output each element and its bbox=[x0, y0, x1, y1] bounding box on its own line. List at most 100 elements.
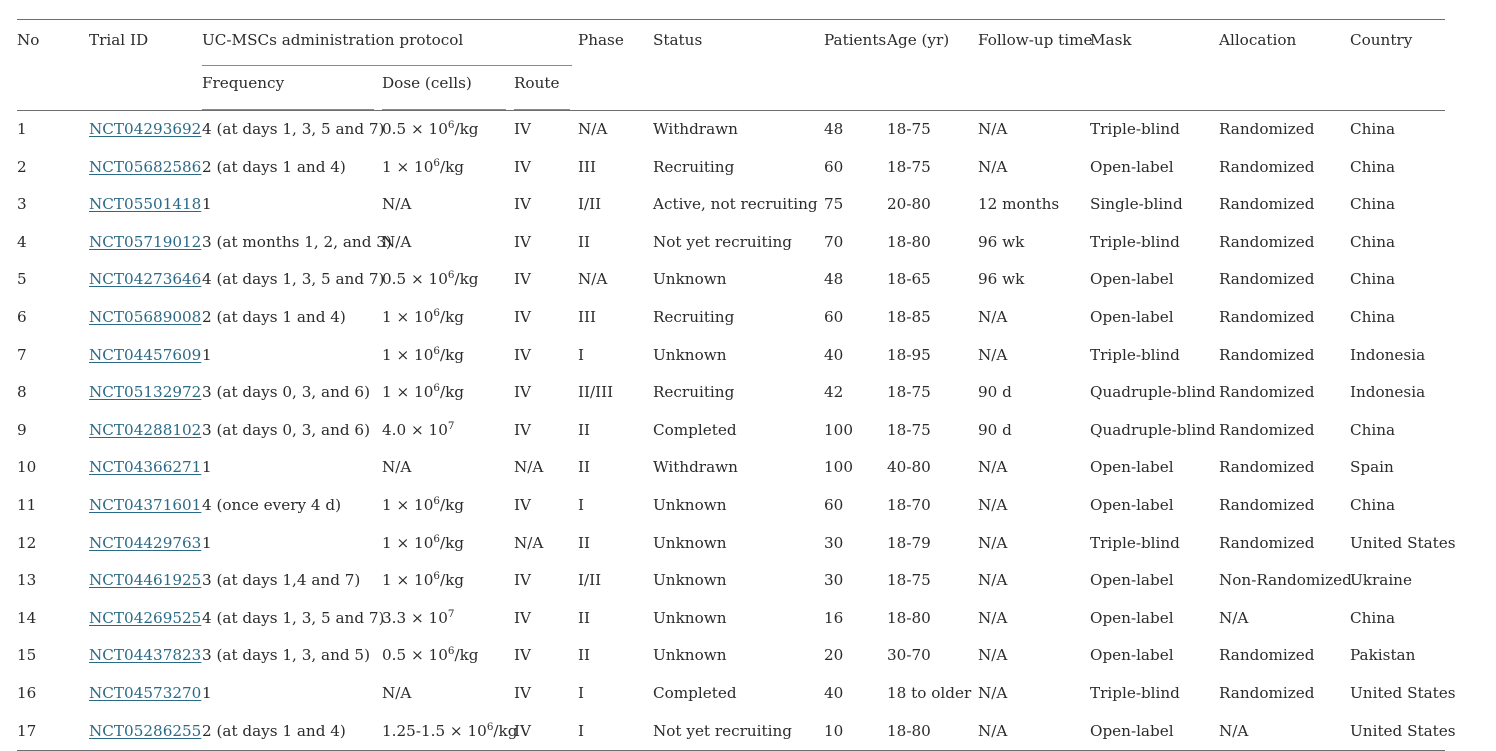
column-header-mask: Mask bbox=[1090, 20, 1219, 110]
cell-trial-id[interactable]: NCT04457609 bbox=[89, 337, 202, 375]
dose-mantissa: 0.5 × 10 bbox=[382, 120, 448, 138]
table-row: 12NCT0442976311 × 106/kgN/AIIUnknown3018… bbox=[17, 525, 1445, 563]
trial-id-link[interactable]: NCT04429763 bbox=[89, 534, 201, 552]
cell-phase: III bbox=[578, 149, 653, 187]
cell-dose: 1 × 106/kg bbox=[382, 299, 514, 337]
cell-phase: I/II bbox=[578, 186, 653, 224]
cell-route: IV bbox=[514, 149, 578, 187]
trial-id-link[interactable]: NCT04288102 bbox=[89, 421, 201, 439]
clinical-trials-table-container: No Trial ID UC-MSCs administration proto… bbox=[0, 0, 1496, 749]
table-row: 4NCT057190123 (at months 1, 2, and 3)N/A… bbox=[17, 224, 1445, 262]
column-header-status: Status bbox=[653, 20, 824, 110]
column-header-frequency: Frequency bbox=[202, 68, 382, 110]
trial-id-link[interactable]: NCT05501418 bbox=[89, 195, 201, 213]
dose-suffix: /kg bbox=[440, 308, 464, 326]
cell-trial-id[interactable]: NCT04429763 bbox=[89, 525, 202, 563]
cell-trial-id[interactable]: NCT04461925 bbox=[89, 562, 202, 600]
table-row: 11NCT043716014 (once every 4 d)1 × 106/k… bbox=[17, 487, 1445, 525]
cell-status: Unknown bbox=[653, 600, 824, 638]
cell-allocation: Randomized bbox=[1219, 149, 1350, 187]
cell-frequency: 4 (once every 4 d) bbox=[202, 487, 382, 525]
trial-id-link[interactable]: NCT04273646 bbox=[89, 270, 201, 288]
cell-patients: 48 bbox=[824, 261, 887, 299]
cell-mask: Open-label bbox=[1090, 299, 1219, 337]
cell-no: 1 bbox=[17, 111, 89, 149]
cell-status: Completed bbox=[653, 412, 824, 450]
cell-patients: 60 bbox=[824, 149, 887, 187]
table-row: 15NCT044378233 (at days 1, 3, and 5)0.5 … bbox=[17, 637, 1445, 675]
cell-country: Indonesia bbox=[1350, 337, 1445, 375]
cell-patients: 20 bbox=[824, 637, 887, 675]
cell-trial-id[interactable]: NCT05719012 bbox=[89, 224, 202, 262]
cell-trial-id[interactable]: NCT05132972 bbox=[89, 374, 202, 412]
cell-trial-id[interactable]: NCT04293692 bbox=[89, 111, 202, 149]
trial-id-link[interactable]: NCT04461925 bbox=[89, 571, 201, 589]
cell-mask: Open-label bbox=[1090, 487, 1219, 525]
cell-status: Unknown bbox=[653, 487, 824, 525]
dose-exponent: 6 bbox=[433, 495, 440, 507]
cell-trial-id[interactable]: NCT05682586 bbox=[89, 149, 202, 187]
trial-id-link[interactable]: NCT05719012 bbox=[89, 233, 201, 251]
cell-frequency: 3 (at days 0, 3, and 6) bbox=[202, 412, 382, 450]
cell-route: IV bbox=[514, 111, 578, 149]
trial-id-link[interactable]: NCT05132972 bbox=[89, 383, 201, 401]
cell-patients: 100 bbox=[824, 412, 887, 450]
trial-id-link[interactable]: NCT04371601 bbox=[89, 496, 201, 514]
cell-trial-id[interactable]: NCT05689008 bbox=[89, 299, 202, 337]
cell-patients: 42 bbox=[824, 374, 887, 412]
cell-trial-id[interactable]: NCT04366271 bbox=[89, 449, 202, 487]
dose-exponent: 6 bbox=[433, 307, 440, 319]
cell-status: Withdrawn bbox=[653, 111, 824, 149]
trial-id-link[interactable]: NCT04366271 bbox=[89, 458, 201, 476]
cell-allocation: Randomized bbox=[1219, 449, 1350, 487]
cell-trial-id[interactable]: NCT04273646 bbox=[89, 261, 202, 299]
cell-allocation: Randomized bbox=[1219, 299, 1350, 337]
cell-patients: 100 bbox=[824, 449, 887, 487]
trial-id-link[interactable]: NCT04269525 bbox=[89, 609, 201, 627]
cell-trial-id[interactable]: NCT05501418 bbox=[89, 186, 202, 224]
cell-follow-up: N/A bbox=[978, 149, 1090, 187]
cell-allocation: Randomized bbox=[1219, 261, 1350, 299]
cell-patients: 60 bbox=[824, 299, 887, 337]
cell-dose: 1 × 106/kg bbox=[382, 374, 514, 412]
cell-patients: 10 bbox=[824, 713, 887, 751]
cell-age: 18-70 bbox=[887, 487, 978, 525]
cell-follow-up: 12 months bbox=[978, 186, 1090, 224]
trial-id-link[interactable]: NCT05286255 bbox=[89, 722, 201, 740]
cell-route: IV bbox=[514, 186, 578, 224]
cell-phase: I bbox=[578, 487, 653, 525]
cell-dose: 4.0 × 107 bbox=[382, 412, 514, 450]
cell-no: 11 bbox=[17, 487, 89, 525]
column-header-follow-up: Follow-up time bbox=[978, 20, 1090, 110]
trial-id-link[interactable]: NCT04293692 bbox=[89, 120, 201, 138]
cell-trial-id[interactable]: NCT05286255 bbox=[89, 713, 202, 751]
cell-patients: 16 bbox=[824, 600, 887, 638]
cell-status: Unknown bbox=[653, 562, 824, 600]
cell-no: 7 bbox=[17, 337, 89, 375]
trial-id-link[interactable]: NCT04573270 bbox=[89, 684, 201, 702]
dose-exponent: 6 bbox=[433, 345, 440, 357]
cell-status: Unknown bbox=[653, 337, 824, 375]
cell-route: IV bbox=[514, 299, 578, 337]
cell-trial-id[interactable]: NCT04269525 bbox=[89, 600, 202, 638]
cell-mask: Triple-blind bbox=[1090, 224, 1219, 262]
cell-trial-id[interactable]: NCT04437823 bbox=[89, 637, 202, 675]
cell-mask: Quadruple-blind bbox=[1090, 412, 1219, 450]
cell-patients: 40 bbox=[824, 675, 887, 713]
trial-id-link[interactable]: NCT05682586 bbox=[89, 158, 201, 176]
cell-mask: Single-blind bbox=[1090, 186, 1219, 224]
dose-suffix: /kg bbox=[440, 346, 464, 364]
trial-id-link[interactable]: NCT05689008 bbox=[89, 308, 201, 326]
cell-country: Ukraine bbox=[1350, 562, 1445, 600]
cell-trial-id[interactable]: NCT04371601 bbox=[89, 487, 202, 525]
cell-trial-id[interactable]: NCT04288102 bbox=[89, 412, 202, 450]
cell-age: 18-80 bbox=[887, 713, 978, 751]
table-header: No Trial ID UC-MSCs administration proto… bbox=[17, 20, 1445, 111]
cell-route: IV bbox=[514, 600, 578, 638]
trial-id-link[interactable]: NCT04437823 bbox=[89, 646, 201, 664]
cell-trial-id[interactable]: NCT04573270 bbox=[89, 675, 202, 713]
trial-id-link[interactable]: NCT04457609 bbox=[89, 346, 201, 364]
column-header-route: Route bbox=[514, 68, 578, 110]
cell-patients: 60 bbox=[824, 487, 887, 525]
table-row: 7NCT0445760911 × 106/kgIVIUnknown4018-95… bbox=[17, 337, 1445, 375]
